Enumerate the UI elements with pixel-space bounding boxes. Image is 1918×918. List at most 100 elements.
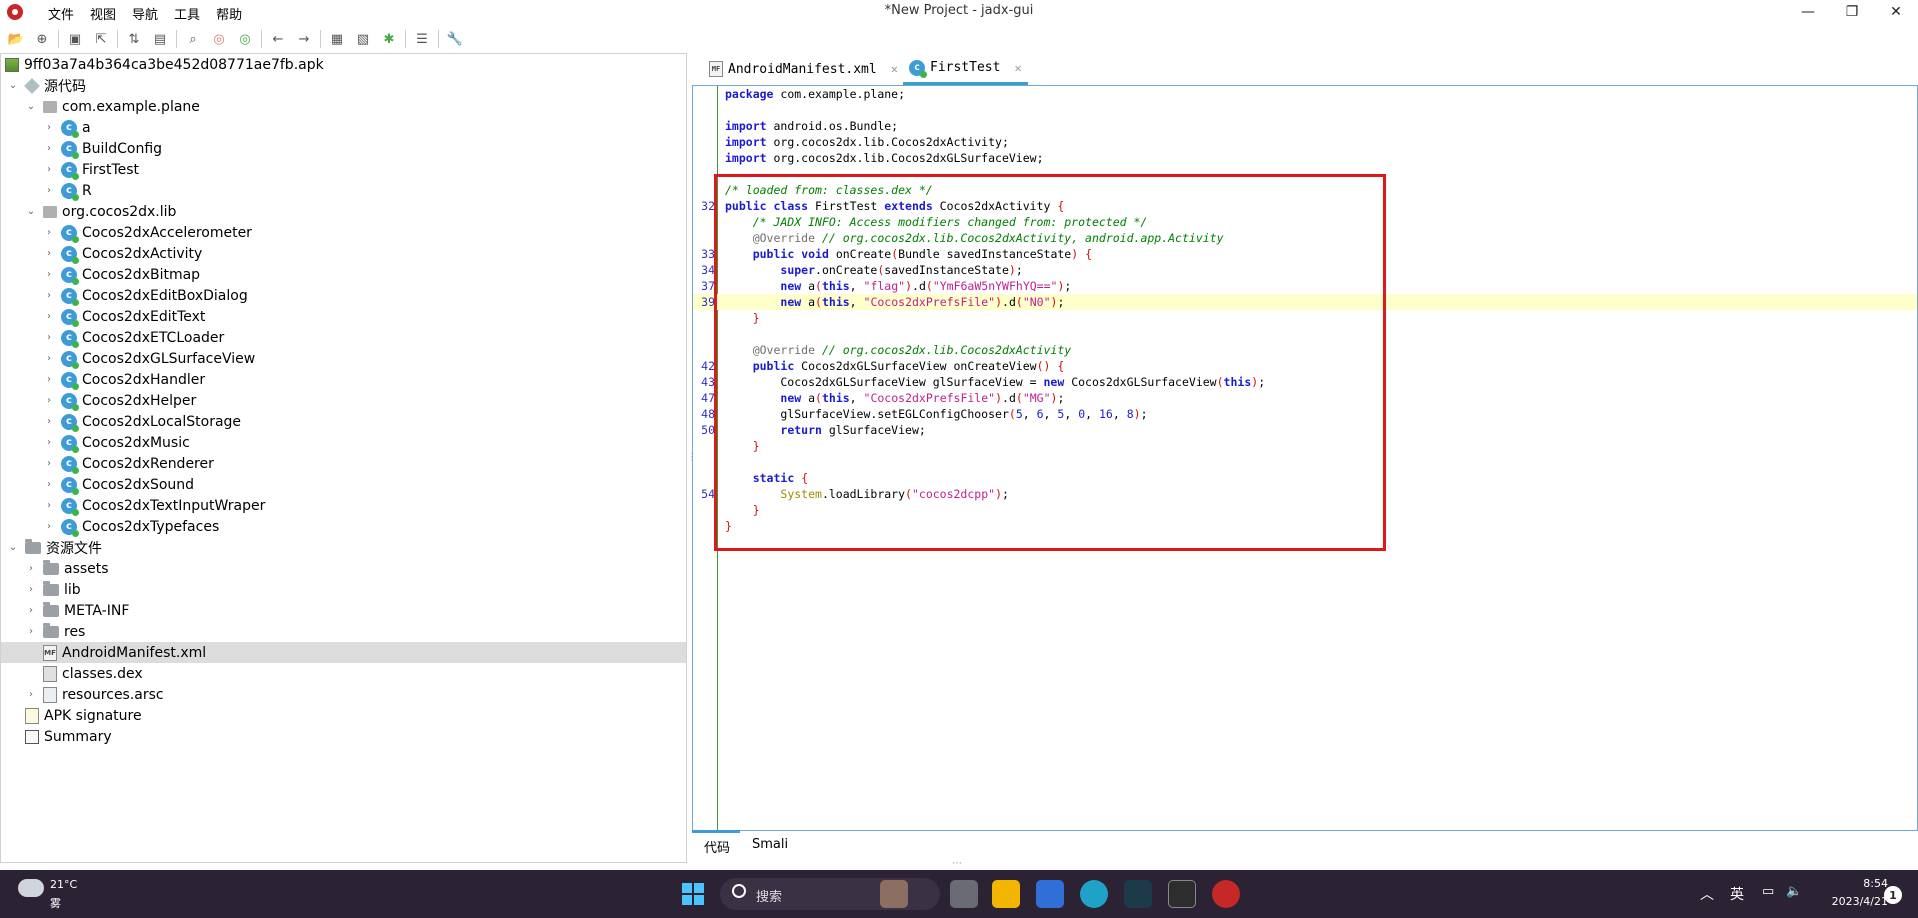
menu-view[interactable]: 视图 [82,2,124,25]
code-line[interactable]: @Override // org.cocos2dx.lib.Cocos2dxAc… [693,342,1917,358]
chevron-right-icon[interactable]: › [43,395,55,407]
tree-item[interactable]: › lib [1,579,686,600]
tree-item[interactable]: › res [1,621,686,642]
tree-item[interactable]: › c Cocos2dxTypefaces [1,516,686,537]
code-line[interactable]: 37 new a(this, "flag").d("YmF6aW5nYWFhYQ… [693,278,1917,294]
code-line[interactable]: @Override // org.cocos2dx.lib.Cocos2dxAc… [693,230,1917,246]
tree-item[interactable]: › c Cocos2dxSound [1,474,686,495]
open-icon[interactable]: 📂 [6,29,26,49]
menu-navigate[interactable]: 导航 [124,2,166,25]
code-editor[interactable]: package com.example.plane; import android… [692,85,1918,831]
chevron-right-icon[interactable]: › [43,353,55,365]
tree-item[interactable]: ⌄ 源代码 [1,75,686,96]
chevron-right-icon[interactable]: › [43,290,55,302]
network-icon[interactable]: ▭ [1762,884,1774,899]
tree-item[interactable]: › c Cocos2dxEditBoxDialog [1,285,686,306]
code-line[interactable]: 43 Cocos2dxGLSurfaceView glSurfaceView =… [693,374,1917,390]
edge-icon[interactable] [1080,880,1108,908]
chevron-down-icon[interactable]: ⌄ [25,101,37,113]
chevron-right-icon[interactable]: › [25,689,37,701]
tree-item[interactable]: ⌄ 资源文件 [1,537,686,558]
tree-item[interactable]: › c Cocos2dxTextInputWraper [1,495,686,516]
search-placeholder[interactable]: 搜索 [756,886,782,905]
chevron-right-icon[interactable]: › [43,479,55,491]
tab-firsttest[interactable]: c FirstTest ✕ [903,53,1028,85]
back-icon[interactable]: ← [268,29,288,49]
code-line[interactable]: 39 new a(this, "Cocos2dxPrefsFile").d("N… [693,294,1917,310]
chevron-right-icon[interactable]: › [25,563,37,575]
store-icon[interactable] [1036,880,1064,908]
tree-item[interactable]: › assets [1,558,686,579]
nox-icon[interactable] [1124,880,1152,908]
tree-item[interactable]: › META-INF [1,600,686,621]
code-line[interactable]: 33 public void onCreate(Bundle savedInst… [693,246,1917,262]
weather-description[interactable]: 雾 [50,895,61,911]
close-tab-icon[interactable]: ✕ [1014,61,1021,75]
code-line[interactable]: } [693,502,1917,518]
chevron-right-icon[interactable]: › [43,122,55,134]
tab-smali[interactable]: Smali [752,837,788,852]
code-line[interactable]: } [693,310,1917,326]
chevron-down-icon[interactable]: ⌄ [7,80,19,92]
minimize-button[interactable]: — [1786,0,1830,24]
chevron-right-icon[interactable]: › [25,584,37,596]
tree-item[interactable]: Summary [1,726,686,747]
jadx-icon[interactable] [1212,880,1240,908]
volume-icon[interactable]: 🔈 [1786,884,1802,899]
chevron-right-icon[interactable]: › [43,311,55,323]
tree-item[interactable]: › resources.arsc [1,684,686,705]
chevron-down-icon[interactable]: ⌄ [7,542,19,554]
preferences-icon[interactable]: 🔧 [445,29,465,49]
close-button[interactable]: ✕ [1874,0,1918,24]
search-icon[interactable]: ⌕ [183,29,203,49]
log-viewer-icon[interactable]: ☰ [412,29,432,49]
start-button[interactable] [682,883,704,905]
tree-item[interactable]: APK signature [1,705,686,726]
code-line[interactable] [693,166,1917,182]
tree-item[interactable]: › c a [1,117,686,138]
clock-time[interactable]: 8:54 [1808,877,1888,890]
find-usage-icon[interactable]: ◎ [235,29,255,49]
forward-icon[interactable]: → [294,29,314,49]
cloud-icon[interactable] [18,879,44,897]
tree-item[interactable]: › c R [1,180,686,201]
code-line[interactable]: /* loaded from: classes.dex */ [693,182,1917,198]
code-line[interactable]: import android.os.Bundle; [693,118,1917,134]
close-tab-icon[interactable]: ✕ [891,62,898,76]
tab-code[interactable]: 代码 [704,837,730,856]
menu-tools[interactable]: 工具 [166,2,208,25]
tree-item[interactable]: MF AndroidManifest.xml [1,642,686,663]
ime-indicator[interactable]: 英 [1730,884,1744,904]
find-class-icon[interactable]: ◎ [209,29,229,49]
tree-item[interactable]: › c Cocos2dxAccelerometer [1,222,686,243]
project-tree[interactable]: 9ff03a7a4b364ca3be452d08771ae7fb.apk ⌄ 源代… [0,53,687,863]
tree-item[interactable]: ⌄ org.cocos2dx.lib [1,201,686,222]
maximize-button[interactable]: ❐ [1830,0,1874,24]
menu-help[interactable]: 帮助 [208,2,250,25]
weather-temperature[interactable]: 21°C [50,878,77,891]
chevron-right-icon[interactable]: › [43,500,55,512]
notification-badge[interactable]: 1 [1884,886,1902,904]
tab-androidmanifest[interactable]: MF AndroidManifest.xml ✕ [703,53,904,85]
log-icon[interactable]: ▦ [327,29,347,49]
chevron-right-icon[interactable]: › [43,332,55,344]
clock-date[interactable]: 2023/4/21 [1808,895,1888,908]
code-line[interactable] [693,326,1917,342]
code-line[interactable]: /* JADX INFO: Access modifiers changed f… [693,214,1917,230]
save-icon[interactable]: ▣ [65,29,85,49]
chevron-up-icon[interactable]: ︿ [1700,884,1714,904]
chevron-right-icon[interactable]: › [43,458,55,470]
explorer-icon[interactable] [992,880,1020,908]
code-line[interactable]: } [693,438,1917,454]
deobfuscation-icon[interactable]: ▧ [353,29,373,49]
tree-root-apk[interactable]: 9ff03a7a4b364ca3be452d08771ae7fb.apk [1,54,686,75]
chevron-right-icon[interactable]: › [43,164,55,176]
chevron-right-icon[interactable]: › [43,374,55,386]
code-line[interactable]: 34 super.onCreate(savedInstanceState); [693,262,1917,278]
flatten-packages-icon[interactable]: ▤ [150,29,170,49]
debugger-icon[interactable]: ✱ [379,29,399,49]
tree-item[interactable]: › c Cocos2dxHandler [1,369,686,390]
chevron-right-icon[interactable]: › [43,521,55,533]
code-line[interactable]: import org.cocos2dx.lib.Cocos2dxActivity… [693,134,1917,150]
code-line[interactable] [693,102,1917,118]
